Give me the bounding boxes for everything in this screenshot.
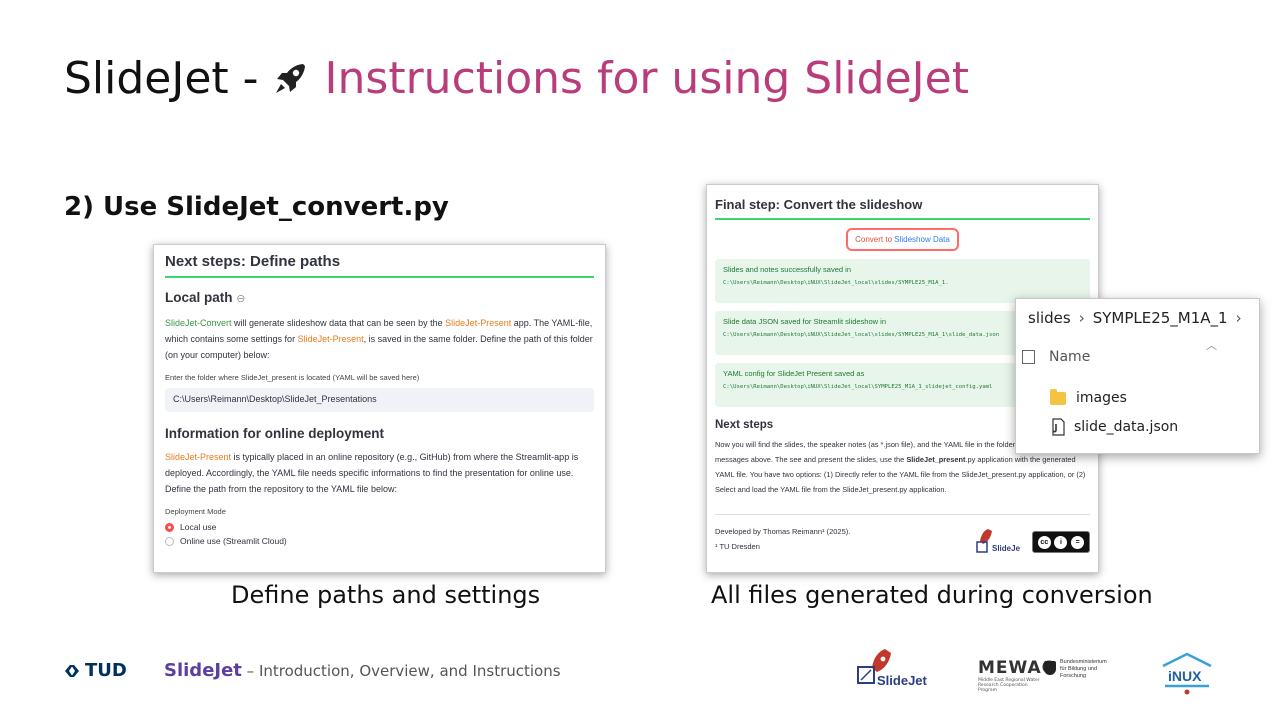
radio-selected-icon	[165, 522, 174, 532]
rocket-icon	[275, 64, 305, 93]
define-paths-screenshot: Next steps: Define paths Local path ⊖ Sl…	[153, 244, 606, 573]
slide-title: SlideJet - Instructions for using SlideJ…	[64, 48, 969, 108]
success-message-slides: Slides and notes successfully saved in C…	[715, 259, 1090, 303]
cc-license-badge: cc i =	[1032, 531, 1090, 553]
convert-header: Final step: Convert the slideshow	[715, 197, 1090, 220]
app-footer: Developed by Thomas Reimann¹ (2025). ¹ T…	[715, 514, 1090, 566]
json-file-icon	[1052, 418, 1065, 436]
radio-unselected-icon	[165, 536, 174, 546]
define-paths-header: Next steps: Define paths	[165, 253, 594, 278]
bmbf-logo: Bundesministerium für Bildung und Forsch…	[1044, 659, 1114, 685]
convert-button[interactable]: Convert to Slideshow Data	[846, 228, 959, 251]
inux-logo: iNUX	[1162, 652, 1212, 695]
local-path-description: SlideJet-Convert will generate slideshow…	[165, 318, 593, 360]
sort-chevron-icon[interactable]: ︿	[1206, 337, 1217, 353]
folder-input-label: Enter the folder where SlideJet_present …	[165, 373, 420, 382]
slidejet-logo: SlideJet	[857, 649, 928, 688]
mewac-logo: MEWAC Middle East Regional Water Researc…	[978, 658, 1056, 693]
title-main: Instructions for using SlideJet	[324, 52, 969, 104]
caption-files-generated: All files generated during conversion	[711, 581, 1153, 609]
tud-mark-icon	[65, 664, 79, 677]
folder-icon	[1050, 388, 1066, 405]
online-deployment-description: SlideJet-Present is typically placed in …	[165, 452, 579, 494]
breadcrumb-slides[interactable]: slides	[1028, 309, 1071, 327]
file-row-json[interactable]: slide_data.json	[1050, 418, 1178, 436]
name-column-header[interactable]: Name	[1022, 349, 1090, 365]
radio-online-use[interactable]: Online use (Streamlit Cloud)	[165, 536, 594, 546]
breadcrumb-folder[interactable]: SYMPLE25_M1A_1	[1093, 309, 1228, 327]
chevron-right-icon: ›	[1078, 309, 1085, 327]
folder-path-input[interactable]: C:\Users\Reimann\Desktop\SlideJet_Presen…	[165, 388, 594, 412]
svg-text:SlideJet: SlideJet	[877, 673, 928, 688]
tud-logo: TUD	[63, 660, 127, 681]
section-heading: 2) Use SlideJet_convert.py	[64, 192, 449, 222]
svg-text:iNUX: iNUX	[1168, 668, 1202, 684]
footer-title: SlideJet – Introduction, Overview, and I…	[164, 660, 561, 681]
eagle-icon	[1044, 661, 1056, 675]
file-row-images[interactable]: images	[1050, 388, 1127, 406]
caption-define-paths: Define paths and settings	[231, 581, 541, 609]
online-deployment-heading: Information for online deployment	[165, 426, 384, 441]
file-explorer-window: slides › SYMPLE25_M1A_1 › ︿ Name images sli…	[1015, 298, 1260, 454]
link-icon: ⊖	[236, 293, 246, 305]
breadcrumb: slides › SYMPLE25_M1A_1 ›	[1028, 309, 1250, 327]
select-all-checkbox[interactable]	[1022, 350, 1035, 364]
deployment-mode-label: Deployment Mode	[165, 507, 226, 516]
svg-text:SlideJet: SlideJet	[992, 544, 1020, 553]
chevron-right-icon[interactable]: ›	[1236, 309, 1242, 327]
title-prefix: SlideJet -	[64, 52, 259, 104]
radio-local-use[interactable]: Local use	[165, 522, 594, 532]
local-path-heading: Local path ⊖	[165, 290, 246, 305]
slidejet-mini-logo: SlideJet	[976, 529, 1020, 553]
